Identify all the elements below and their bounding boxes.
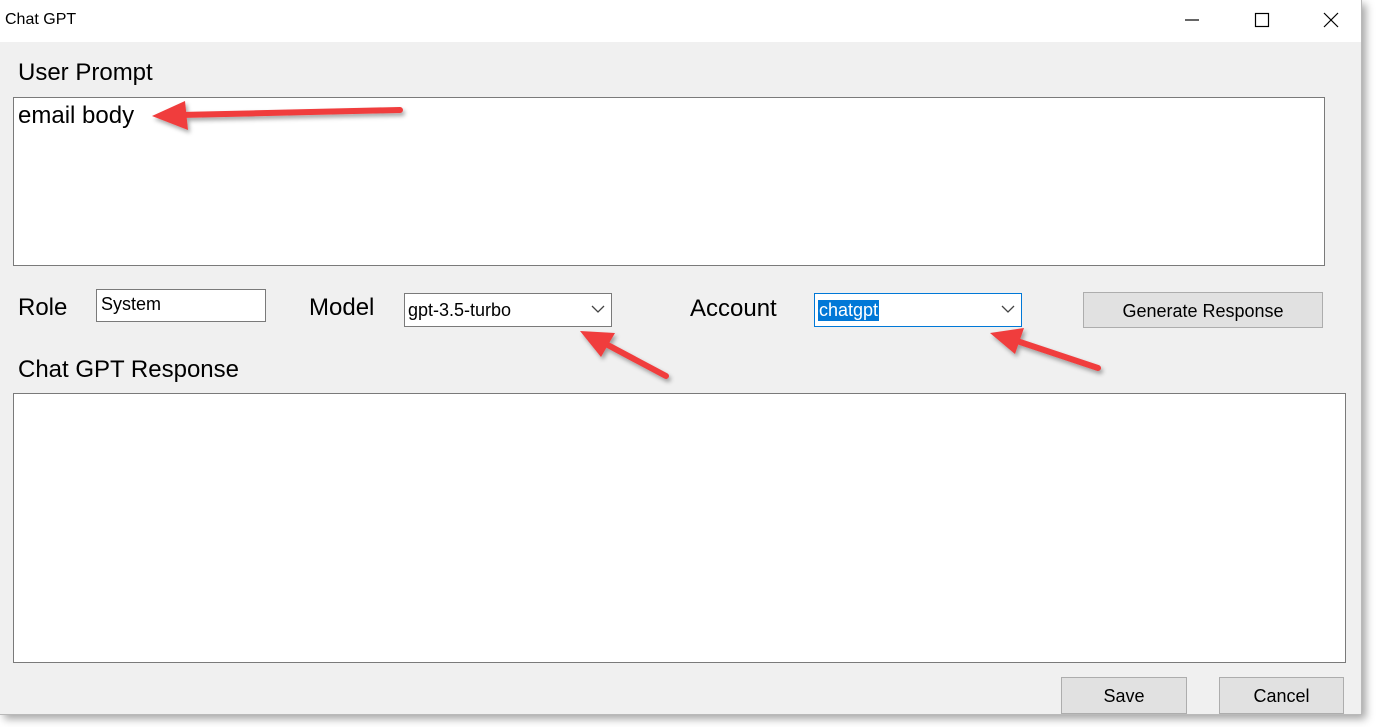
role-input[interactable]: System (96, 289, 266, 322)
maximize-button[interactable] (1227, 0, 1297, 40)
user-prompt-text: email body (18, 102, 135, 129)
account-selected-value: chatgpt (818, 300, 880, 321)
cancel-button[interactable]: Cancel (1219, 677, 1344, 714)
account-label: Account (690, 295, 777, 322)
minimize-icon (1185, 19, 1199, 21)
user-prompt-label: User Prompt (18, 59, 153, 86)
minimize-button[interactable] (1157, 0, 1227, 40)
response-label: Chat GPT Response (18, 356, 240, 383)
account-select[interactable]: chatgpt (814, 293, 1022, 327)
model-select[interactable]: gpt-3.5-turbo (404, 293, 612, 327)
title-bar: Chat GPT (0, 0, 1361, 42)
maximize-icon (1254, 12, 1270, 28)
role-value: System (101, 294, 162, 314)
chat-gpt-window: Chat GPT User Prompt email body Role Sys… (0, 0, 1362, 715)
model-label: Model (309, 294, 375, 321)
close-icon (1323, 12, 1339, 28)
chevron-down-icon (591, 305, 605, 313)
user-prompt-input[interactable]: email body (13, 97, 1325, 266)
chevron-down-icon (1001, 305, 1015, 313)
generate-response-button[interactable]: Generate Response (1083, 292, 1323, 328)
response-output[interactable] (13, 393, 1346, 663)
window-title: Chat GPT (5, 11, 77, 28)
model-selected-value: gpt-3.5-turbo (408, 300, 512, 320)
role-label: Role (18, 294, 68, 321)
close-button[interactable] (1296, 0, 1361, 40)
save-button[interactable]: Save (1061, 677, 1187, 714)
